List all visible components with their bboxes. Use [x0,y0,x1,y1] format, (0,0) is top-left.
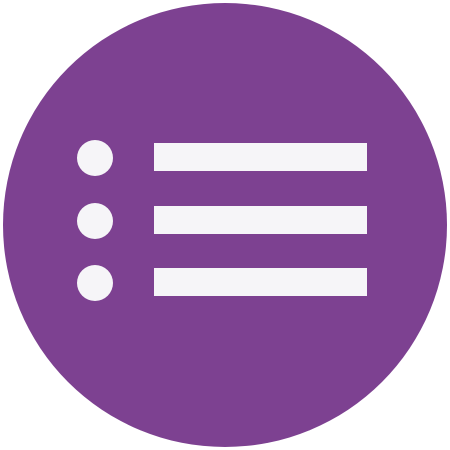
app-icon [0,0,450,450]
list-bullet-icon [77,140,113,176]
list-bullet-icon [77,203,113,239]
list-icon [0,0,450,450]
list-line [154,206,367,234]
list-line [154,268,367,296]
list-bullet-icon [77,265,113,301]
list-line [154,143,367,171]
